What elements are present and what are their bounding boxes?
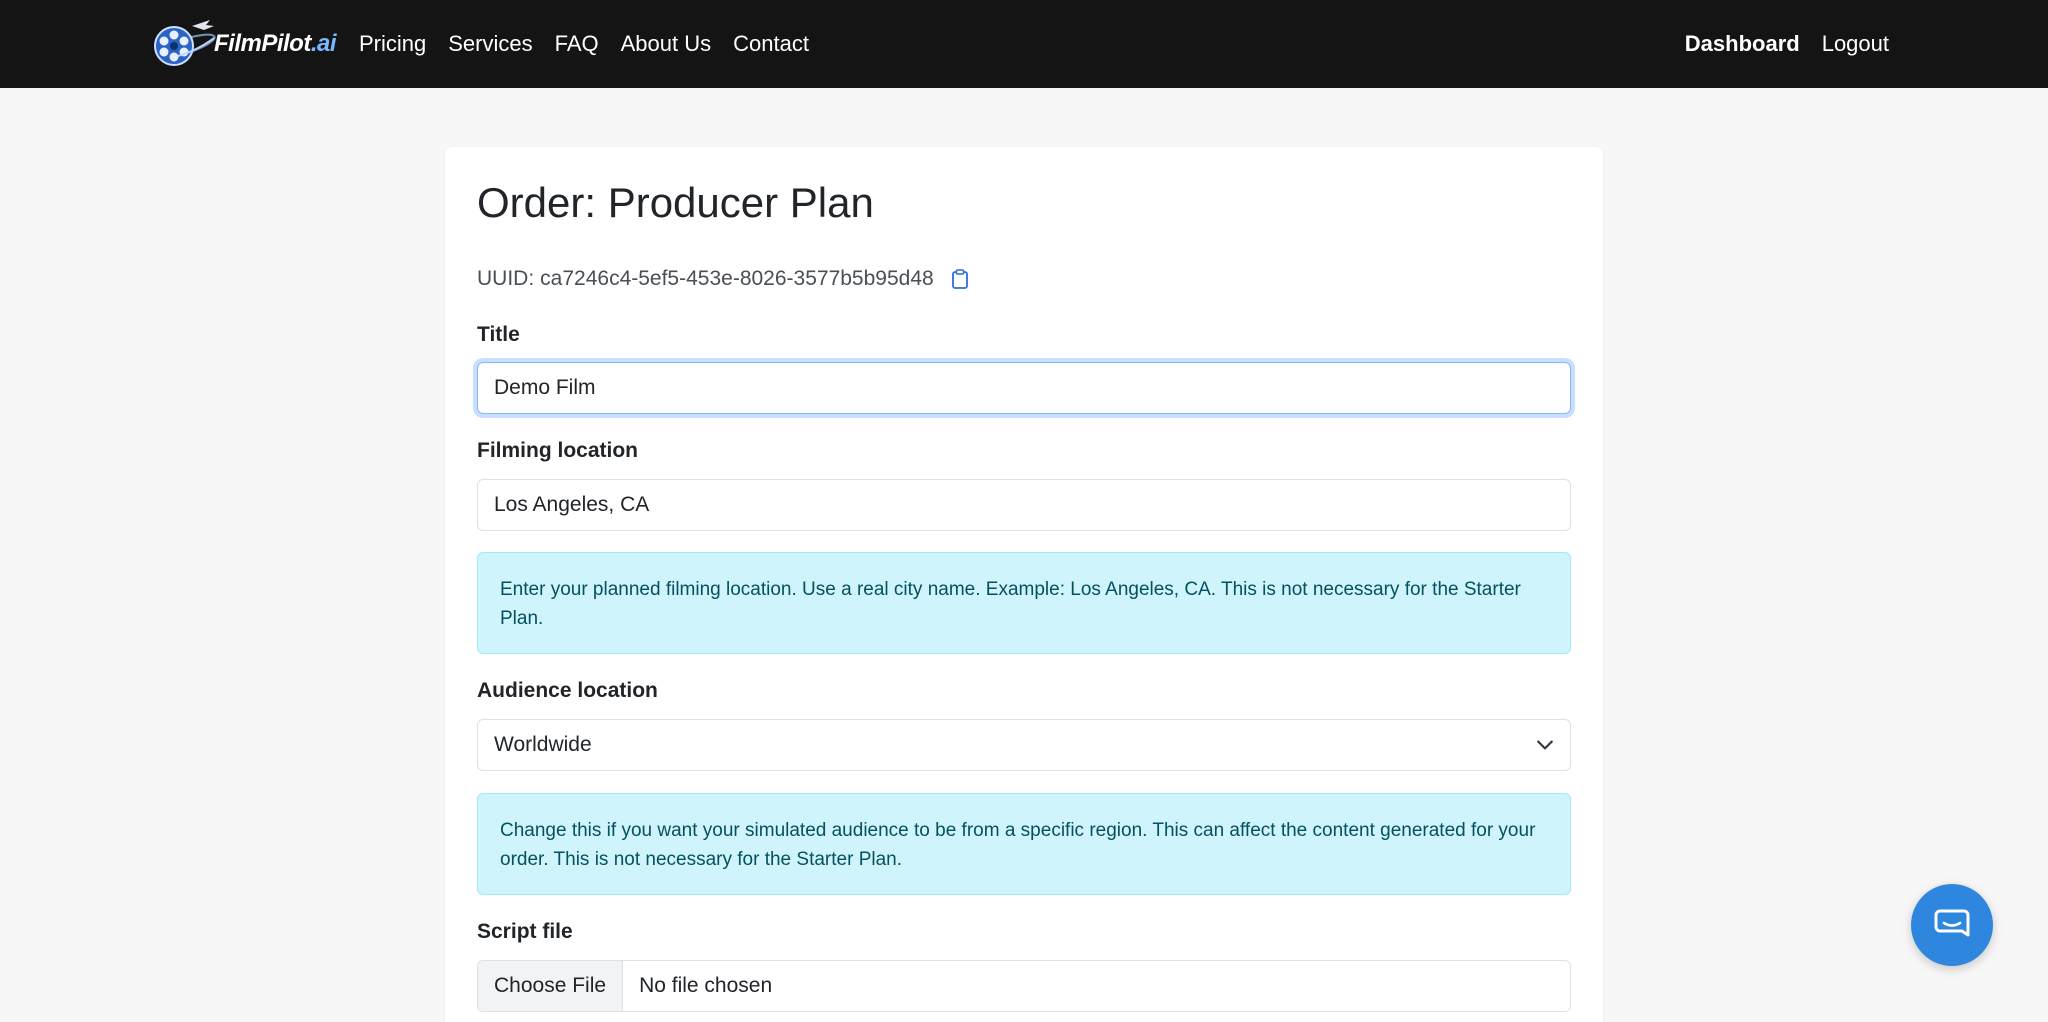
uuid-value: ca7246c4-5ef5-453e-8026-3577b5b95d48 <box>540 267 934 290</box>
nav-link-logout[interactable]: Logout <box>1811 31 1900 57</box>
audience-location-label: Audience location <box>477 679 658 702</box>
title-label: Title <box>477 323 520 346</box>
clipboard-icon[interactable] <box>950 268 970 290</box>
chevron-down-icon <box>1537 740 1553 750</box>
nav-link-faq[interactable]: FAQ <box>544 31 610 57</box>
script-file-input[interactable]: Choose File No file chosen <box>477 960 1571 1012</box>
order-card: Order: Producer Plan UUID: ca7246c4-5ef5… <box>445 147 1603 1022</box>
nav-link-contact[interactable]: Contact <box>722 31 820 57</box>
brand-logo-link[interactable]: FilmPilot.ai <box>148 16 337 72</box>
uuid-row: UUID: ca7246c4-5ef5-453e-8026-3577b5b95d… <box>477 267 970 291</box>
filming-location-label: Filming location <box>477 439 638 462</box>
filming-location-help: Enter your planned filming location. Use… <box>477 552 1571 654</box>
nav-link-services[interactable]: Services <box>437 31 543 57</box>
main-nav: Pricing Services FAQ About Us Contact <box>348 0 820 88</box>
title-input[interactable] <box>477 362 1571 414</box>
audience-location-help: Change this if you want your simulated a… <box>477 793 1571 895</box>
audience-location-select[interactable]: Worldwide <box>477 719 1571 771</box>
choose-file-button[interactable]: Choose File <box>478 961 624 1011</box>
film-reel-logo-icon <box>154 20 216 66</box>
uuid-label: UUID: <box>477 267 535 290</box>
audience-location-value: Worldwide <box>494 733 592 756</box>
filming-location-input[interactable] <box>477 479 1571 531</box>
file-status: No file chosen <box>639 974 773 997</box>
nav-link-dashboard[interactable]: Dashboard <box>1674 31 1811 57</box>
script-file-label: Script file <box>477 920 573 943</box>
page-title: Order: Producer Plan <box>477 179 874 226</box>
help-chat-button[interactable] <box>1911 884 1993 966</box>
navbar: FilmPilot.ai Pricing Services FAQ About … <box>0 0 2048 88</box>
chat-bubble-icon <box>1934 909 1970 937</box>
brand-name: FilmPilot.ai <box>214 30 337 57</box>
nav-link-pricing[interactable]: Pricing <box>348 31 437 57</box>
user-nav: Dashboard Logout <box>1674 0 1900 88</box>
nav-link-about-us[interactable]: About Us <box>610 31 723 57</box>
